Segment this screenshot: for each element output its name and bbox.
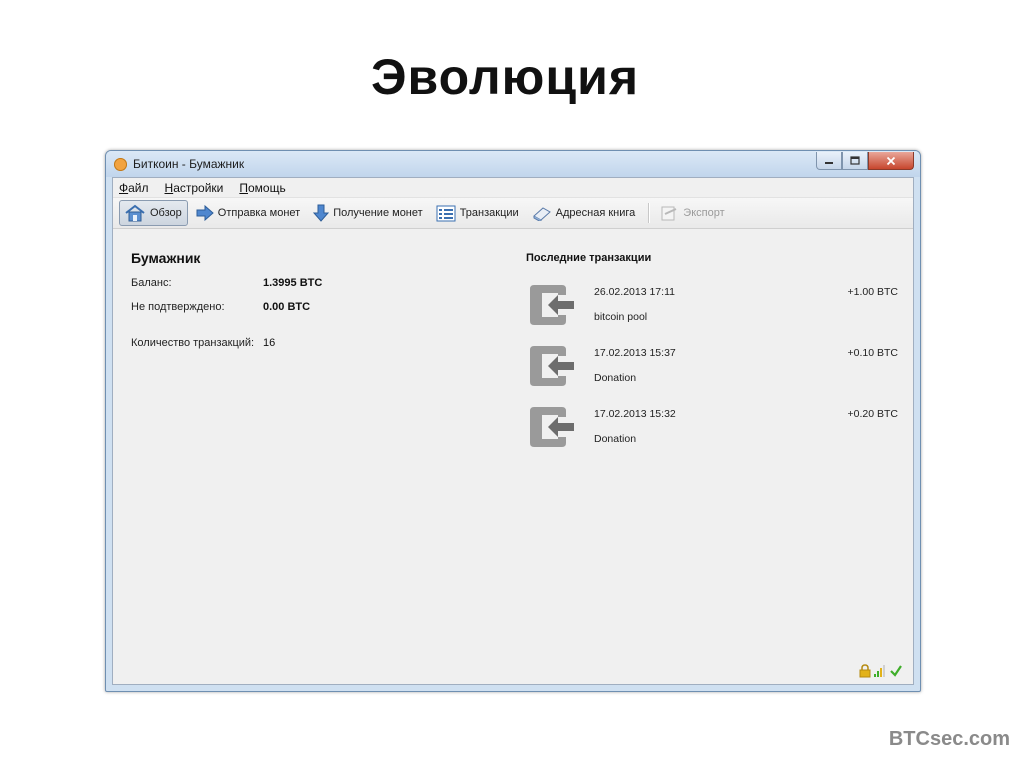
menu-bar: Файл Настройки Помощь <box>113 178 913 198</box>
balance-value: 1.3995 BTC <box>263 277 323 289</box>
menu-file[interactable]: Файл <box>119 181 149 195</box>
signal-icon[interactable] <box>873 664 887 678</box>
menu-help-label: омощь <box>248 180 286 195</box>
receive-coins-label: Получение монет <box>333 207 423 219</box>
overview-page: Бумажник Баланс: 1.3995 BTC Не подтвержд… <box>113 229 913 684</box>
arrow-right-icon <box>196 205 214 221</box>
transaction-description: Donation <box>594 433 637 445</box>
list-icon <box>436 205 456 221</box>
window-client: Файл Настройки Помощь Обзор Отправка мон… <box>112 177 914 685</box>
close-button[interactable] <box>868 152 914 170</box>
incoming-arrow-icon <box>530 346 574 386</box>
balance-label: Баланс: <box>131 277 172 289</box>
minimize-button[interactable] <box>816 152 842 170</box>
window-controls <box>816 152 914 170</box>
unconfirmed-value: 0.00 BTC <box>263 301 311 313</box>
menu-file-accel: Ф <box>119 180 129 195</box>
transaction-description: Donation <box>594 372 637 384</box>
transactions-button[interactable]: Транзакции <box>432 201 524 225</box>
menu-settings[interactable]: Настройки <box>165 181 224 195</box>
overview-label: Обзор <box>150 207 182 219</box>
maximize-icon <box>850 156 860 165</box>
transaction-date: 17.02.2013 15:32 <box>594 408 676 420</box>
transaction-amount: +0.10 BTC <box>847 347 899 359</box>
incoming-arrow-icon <box>530 285 574 325</box>
transaction-row[interactable]: 17.02.2013 15:32 Donation +0.20 BTC <box>526 403 898 459</box>
window-title: Биткоин - Бумажник <box>133 157 245 171</box>
maximize-button[interactable] <box>842 152 868 170</box>
export-label: Экспорт <box>683 207 725 219</box>
overview-button[interactable]: Обзор <box>119 200 188 226</box>
slide-title: Эволюция <box>370 49 640 105</box>
house-icon <box>125 204 145 222</box>
minimize-icon <box>825 161 833 164</box>
send-coins-label: Отправка монет <box>217 207 301 219</box>
title-bar[interactable]: Биткоин - Бумажник <box>106 151 920 177</box>
transaction-amount: +1.00 BTC <box>847 286 899 298</box>
menu-file-label: айл <box>128 180 149 195</box>
send-coins-button[interactable]: Отправка монет <box>192 201 305 225</box>
address-book-label: Адресная книга <box>555 207 636 219</box>
transaction-date: 26.02.2013 17:11 <box>594 286 675 298</box>
bitcoin-icon <box>114 157 127 171</box>
menu-settings-accel: Н <box>164 180 174 195</box>
menu-help[interactable]: Помощь <box>239 181 285 195</box>
tx-count-value: 16 <box>263 337 276 349</box>
book-icon <box>532 207 551 221</box>
toolbar-separator <box>648 203 650 223</box>
status-bar <box>857 664 903 678</box>
transaction-row[interactable]: 26.02.2013 17:11 bitcoin pool +1.00 BTC <box>526 281 898 337</box>
unconfirmed-label: Не подтверждено: <box>131 301 225 313</box>
export-button[interactable]: Экспорт <box>655 201 729 225</box>
receive-coins-button[interactable]: Получение монет <box>309 201 428 225</box>
toolbar: Обзор Отправка монет Получение монет Тра… <box>113 198 913 229</box>
wallet-heading: Бумажник <box>131 250 201 266</box>
wallet-window: Биткоин - Бумажник Файл Настройки Помощь <box>105 150 921 692</box>
watermark: BTCsec.com <box>888 728 1010 750</box>
transaction-description: bitcoin pool <box>594 311 648 323</box>
close-icon <box>886 156 896 165</box>
check-icon[interactable] <box>889 664 903 678</box>
export-icon <box>661 206 677 220</box>
transaction-amount: +0.20 BTC <box>847 408 899 420</box>
lock-icon[interactable] <box>859 664 871 678</box>
incoming-arrow-icon <box>530 407 574 447</box>
transaction-date: 17.02.2013 15:37 <box>594 347 676 359</box>
arrow-down-icon <box>313 204 330 222</box>
transaction-row[interactable]: 17.02.2013 15:37 Donation +0.10 BTC <box>526 342 898 398</box>
transactions-label: Транзакции <box>459 207 519 219</box>
recent-transactions-heading: Последние транзакции <box>526 252 652 264</box>
menu-help-accel: П <box>239 180 248 195</box>
tx-count-label: Количество транзакций: <box>131 337 255 349</box>
menu-settings-label: астройки <box>173 180 224 195</box>
address-book-button[interactable]: Адресная книга <box>528 201 641 225</box>
